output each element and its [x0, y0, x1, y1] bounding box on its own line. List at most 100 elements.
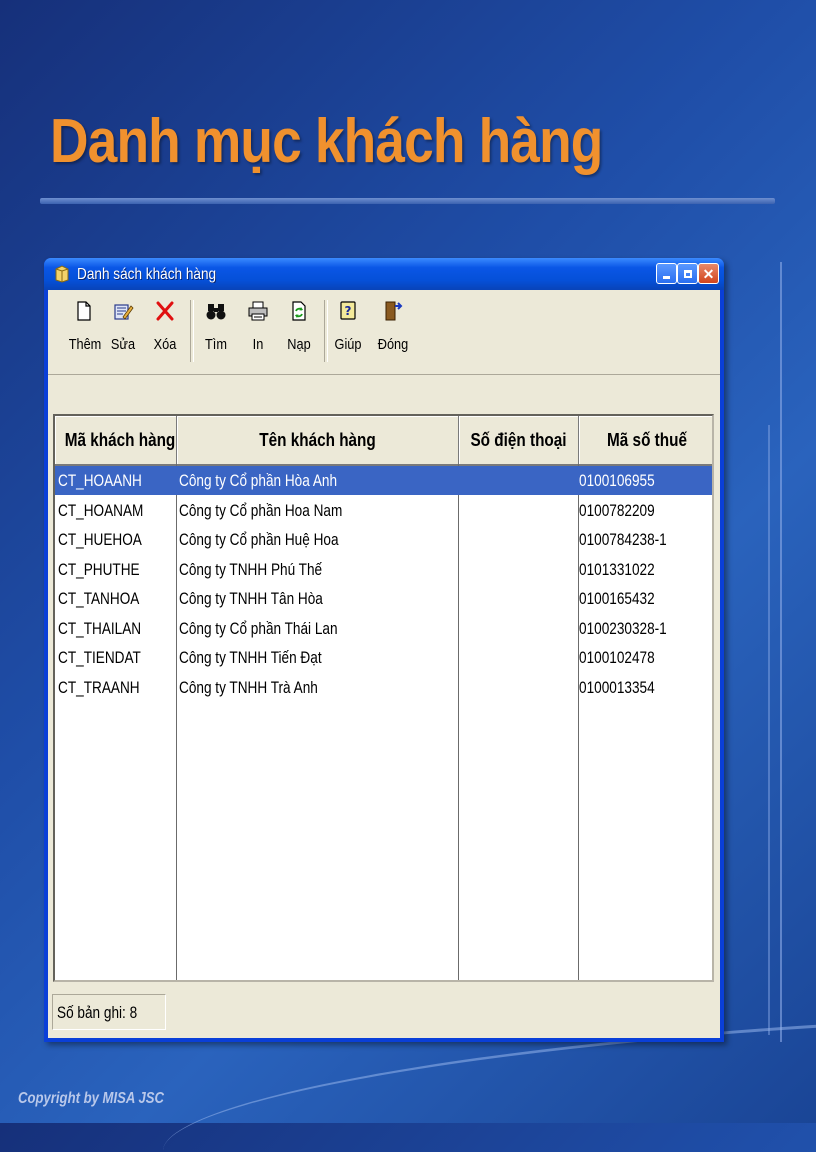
find-button[interactable]: Tìm [198, 296, 234, 366]
binoculars-icon [206, 304, 226, 320]
column-header-phone[interactable]: Số điện thoại [459, 416, 579, 464]
help-button[interactable]: ? Giúp [330, 296, 366, 366]
delete-button[interactable]: Xóa [148, 296, 182, 366]
printer-icon [248, 301, 268, 321]
new-document-icon [77, 301, 91, 321]
print-button-label: In [252, 336, 264, 353]
record-count: Số bản ghi: 8 [57, 1003, 138, 1022]
cell-tax-code: 0100782209 [579, 496, 712, 525]
refresh-icon [292, 301, 306, 321]
grid-header: Mã khách hàng Tên khách hàng Số điện tho… [55, 416, 712, 466]
status-bar: Số bản ghi: 8 [48, 990, 720, 1032]
cell-tax-code: 0100784238-1 [579, 525, 712, 554]
cell-tax-code: 0100230328-1 [579, 614, 712, 643]
help-button-label: Giúp [334, 336, 362, 353]
table-row[interactable]: CT_TRAANH Công ty TNHH Trà Anh 0100013354 [55, 673, 712, 702]
maximize-button[interactable] [677, 263, 698, 284]
cell-customer-name: Công ty TNHH Trà Anh [179, 673, 455, 702]
cell-customer-code: CT_TRAANH [58, 673, 173, 702]
table-row[interactable]: CT_HUEHOA Công ty Cổ phần Huệ Hoa 01007842… [55, 525, 712, 554]
cell-customer-code: CT_HOAANH [58, 466, 173, 495]
table-row[interactable]: CT_PHUTHE Công ty TNHH Phú Thế 0101331022 [55, 555, 712, 584]
status-panel: Số bản ghi: 8 [52, 994, 166, 1030]
cell-customer-name-text: Công ty Cổ phần Huệ Hoa [179, 530, 339, 549]
help-icon: ? [340, 301, 356, 320]
close-form-button[interactable]: Đóng [374, 296, 412, 366]
cell-tax-code-text: 0100784238-1 [579, 530, 667, 549]
cell-customer-code-text: CT_TIENDAT [58, 648, 141, 667]
table-row[interactable]: CT_HOANAM Công ty Cổ phần Hoa Nam 01007822… [55, 496, 712, 525]
cell-phone [460, 584, 575, 613]
column-header-code[interactable]: Mã khách hàng [55, 416, 177, 464]
reload-button[interactable]: Nạp [282, 296, 316, 366]
cell-customer-code: CT_TANHOA [58, 584, 173, 613]
add-button-label: Thêm [68, 336, 102, 353]
cell-customer-code-text: CT_HUEHOA [58, 530, 142, 549]
cell-customer-name-text: Công ty Cổ phần Hòa Anh [179, 471, 338, 490]
customer-list-window: Danh sách khách hàng ✕ Thêm Sửa Xóa Tìm … [44, 258, 724, 1042]
cell-tax-code-text: 0100782209 [579, 500, 655, 520]
cell-customer-code-text: CT_PHUTHE [58, 559, 140, 579]
column-header-tax[interactable]: Mã số thuế [579, 416, 712, 464]
edit-icon [114, 304, 134, 320]
column-header-label: Tên khách hàng [259, 430, 376, 450]
cell-phone [460, 525, 575, 554]
cell-customer-name-text: Công ty TNHH Tiến Đạt [179, 648, 322, 667]
cell-customer-name: Công ty TNHH Tiến Đạt [179, 643, 455, 672]
cell-phone [460, 643, 575, 672]
folder-box-icon [55, 265, 69, 283]
delete-button-label: Xóa [153, 336, 177, 353]
print-button[interactable]: In [242, 296, 274, 366]
cell-tax-code: 0101331022 [579, 555, 712, 584]
window-titlebar[interactable]: Danh sách khách hàng ✕ [44, 258, 724, 290]
column-header-name[interactable]: Tên khách hàng [177, 416, 459, 464]
cell-customer-code-text: CT_TANHOA [58, 589, 140, 608]
cell-tax-code: 0100106955 [579, 466, 712, 495]
delete-x-icon [156, 301, 174, 321]
decorative-line [780, 262, 782, 1042]
cell-phone [460, 673, 575, 702]
cell-customer-code-text: CT_HOANAM [58, 500, 144, 520]
cell-phone [460, 496, 575, 525]
cell-customer-code: CT_HUEHOA [58, 525, 173, 554]
minimize-button[interactable] [656, 263, 677, 284]
minimize-icon [663, 276, 670, 279]
table-row[interactable]: CT_HOAANH Công ty Cổ phần Hòa Anh 01001069… [55, 466, 712, 495]
close-button[interactable]: ✕ [698, 263, 719, 284]
cell-tax-code-text: 0100102478 [579, 648, 655, 667]
cell-customer-name: Công ty Cổ phần Hoa Nam [179, 496, 455, 525]
cell-tax-code: 0100165432 [579, 584, 712, 613]
add-button[interactable]: Thêm [66, 296, 102, 366]
cell-customer-name-text: Công ty TNHH Trà Anh [179, 677, 318, 697]
exit-door-icon [385, 301, 403, 321]
cell-customer-code: CT_PHUTHE [58, 555, 173, 584]
table-row[interactable]: CT_THAILAN Công ty Cổ phần Thái Lan 010023… [55, 614, 712, 643]
cell-customer-code: CT_TIENDAT [58, 643, 173, 672]
toolbar-separator [190, 300, 194, 362]
column-header-label: Mã khách hàng [64, 430, 176, 450]
title-underline [40, 198, 775, 204]
svg-text:?: ? [345, 304, 352, 318]
cell-customer-name: Công ty TNHH Phú Thế [179, 555, 455, 584]
customer-grid[interactable]: Mã khách hàng Tên khách hàng Số điện tho… [53, 414, 714, 982]
cell-customer-name: Công ty Cổ phần Hòa Anh [179, 466, 455, 495]
cell-tax-code-text: 0101331022 [579, 559, 655, 579]
table-row[interactable]: CT_TIENDAT Công ty TNHH Tiến Đạt 010010247… [55, 643, 712, 672]
cell-customer-name-text: Công ty TNHH Tân Hòa [179, 589, 323, 608]
cell-customer-code-text: CT_HOAANH [58, 471, 142, 490]
cell-customer-code-text: CT_THAILAN [58, 618, 142, 638]
cell-phone [460, 555, 575, 584]
column-header-label: Số điện thoại [470, 430, 567, 450]
cell-customer-name: Công ty Cổ phần Thái Lan [179, 614, 455, 643]
cell-tax-code-text: 0100230328-1 [579, 618, 667, 638]
edit-button[interactable]: Sửa [106, 296, 140, 366]
column-header-label: Mã số thuế [607, 430, 688, 450]
table-row[interactable]: CT_TANHOA Công ty TNHH Tân Hòa 0100165432 [55, 584, 712, 613]
cell-tax-code: 0100013354 [579, 673, 712, 702]
cell-customer-name-text: Công ty TNHH Phú Thế [179, 559, 323, 579]
close-icon: ✕ [702, 265, 715, 282]
cell-customer-code: CT_THAILAN [58, 614, 173, 643]
decorative-line [768, 425, 770, 1035]
reload-button-label: Nạp [287, 336, 311, 353]
window-client-area: Thêm Sửa Xóa Tìm In Nạp ? Giúp Đóng Mã k… [48, 290, 720, 1038]
